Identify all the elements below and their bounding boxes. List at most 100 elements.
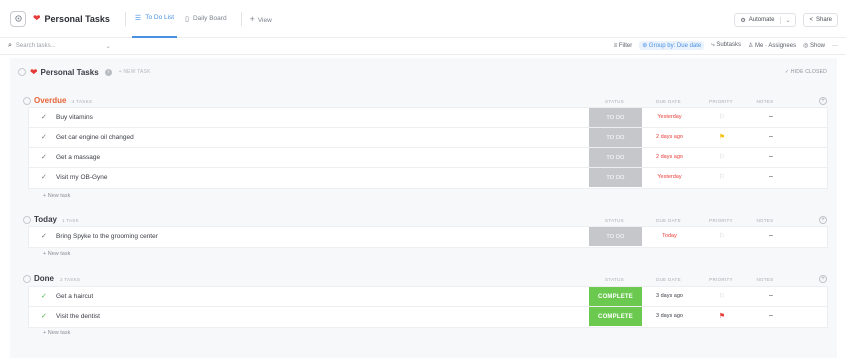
task-name[interactable]: Get a haircut (56, 293, 93, 300)
column-header-due-date[interactable]: DUE DATE (641, 277, 696, 282)
add-view-button[interactable]: + View (250, 14, 272, 24)
status-badge[interactable]: TO DO (589, 227, 642, 246)
info-icon[interactable]: i (104, 68, 112, 76)
hide-closed-button[interactable]: ✓ HIDE CLOSED (785, 69, 827, 75)
assignees-label: Me · Assignees (755, 43, 797, 49)
priority-flag-icon[interactable]: ⚐ (717, 153, 727, 161)
priority-flag-icon[interactable]: ⚐ (717, 113, 727, 121)
column-header-priority[interactable]: PRIORITY (696, 99, 746, 104)
task-row[interactable]: ✓ Buy vitamins TO DO Yesterday ⚐ – (29, 108, 827, 128)
collapse-list-icon[interactable] (18, 68, 26, 76)
status-badge[interactable]: TO DO (589, 128, 642, 147)
status-badge[interactable]: TO DO (589, 108, 642, 127)
assignees-button[interactable]: ♙ Me · Assignees (748, 42, 796, 49)
search-input[interactable]: ⌕ Search tasks... ⌄ (8, 42, 111, 50)
check-icon[interactable]: ✓ (41, 292, 47, 300)
column-header-priority[interactable]: PRIORITY (696, 218, 746, 223)
group-name[interactable]: Done (34, 274, 54, 283)
notes-value[interactable]: – (769, 312, 773, 319)
add-column-icon[interactable]: + (819, 216, 827, 224)
group-name[interactable]: Today (34, 215, 57, 224)
show-label: Show (809, 43, 825, 49)
status-badge[interactable]: TO DO (589, 168, 642, 187)
column-header-priority[interactable]: PRIORITY (696, 277, 746, 282)
task-name[interactable]: Bring Spyke to the grooming center (56, 233, 158, 240)
column-header-due-date[interactable]: DUE DATE (641, 218, 696, 223)
priority-flag-icon[interactable]: ⚑ (717, 312, 727, 320)
priority-flag-icon[interactable]: ⚐ (717, 292, 727, 300)
filter-label: Filter (618, 42, 633, 49)
column-header-notes[interactable]: NOTES (750, 277, 780, 282)
due-date[interactable]: Yesterday (642, 114, 697, 120)
column-header-status[interactable]: STATUS (588, 218, 641, 223)
new-task-button[interactable]: + NEW TASK (119, 69, 151, 75)
due-date[interactable]: 3 days ago (642, 313, 697, 319)
task-row[interactable]: ✓ Get car engine oil changed TO DO 2 day… (29, 128, 827, 148)
filter-button[interactable]: ≡ Filter (614, 43, 633, 49)
collapse-group-icon[interactable] (23, 97, 31, 105)
notes-value[interactable]: – (769, 173, 773, 180)
due-date[interactable]: Yesterday (642, 174, 697, 180)
check-icon[interactable]: ✓ (41, 113, 47, 121)
task-name[interactable]: Buy vitamins (56, 114, 93, 121)
check-icon[interactable]: ✓ (41, 232, 47, 240)
task-name[interactable]: Visit my OB-Gyne (56, 174, 108, 181)
check-icon[interactable]: ✓ (41, 133, 47, 141)
status-badge[interactable]: COMPLETE (589, 287, 642, 306)
add-column-icon[interactable]: + (819, 97, 827, 105)
column-header-status[interactable]: STATUS (588, 277, 641, 282)
status-badge[interactable]: TO DO (589, 148, 642, 167)
tab-to-do-list[interactable]: ☰ To Do List (131, 0, 178, 38)
space-settings-icon[interactable] (10, 10, 26, 27)
share-button[interactable]: < Share (803, 13, 838, 27)
notes-value[interactable]: – (769, 292, 773, 299)
notes-value[interactable]: – (769, 232, 773, 239)
chevron-down-icon[interactable]: ⌄ (780, 16, 790, 24)
group-name[interactable]: Overdue (34, 96, 66, 105)
due-date[interactable]: Today (642, 233, 697, 239)
add-column-icon[interactable]: + (819, 275, 827, 283)
collapse-group-icon[interactable] (23, 216, 31, 224)
tab-daily-board[interactable]: ▯ Daily Board (182, 0, 229, 38)
check-icon[interactable]: ✓ (41, 173, 47, 181)
task-row[interactable]: ✓ Get a haircut COMPLETE 3 days ago ⚐ – (29, 287, 827, 307)
group-count: 4 TASKS (72, 99, 93, 104)
task-row[interactable]: ✓ Get a massage TO DO 2 days ago ⚐ – (29, 148, 827, 168)
subtasks-button[interactable]: ⤷ Subtasks (711, 42, 741, 49)
heart-icon: ❤ (30, 66, 38, 77)
task-row[interactable]: ✓ Visit my OB-Gyne TO DO Yesterday ⚐ – (29, 168, 827, 188)
priority-flag-icon[interactable]: ⚐ (717, 232, 727, 240)
check-icon[interactable]: ✓ (41, 153, 47, 161)
new-task-button[interactable]: + New task (43, 330, 70, 336)
group-count: 2 TASKS (60, 277, 81, 282)
new-task-button[interactable]: + New task (43, 251, 70, 257)
task-name[interactable]: Visit the dentist (56, 313, 100, 320)
due-date[interactable]: 2 days ago (642, 154, 697, 160)
more-options-icon[interactable]: ··· (832, 43, 838, 49)
priority-flag-icon[interactable]: ⚐ (717, 173, 727, 181)
due-date[interactable]: 2 days ago (642, 134, 697, 140)
automate-button[interactable]: ⚙ Automate ⌄ (734, 13, 797, 27)
column-header-notes[interactable]: NOTES (750, 99, 780, 104)
status-badge[interactable]: COMPLETE (589, 307, 642, 326)
task-name[interactable]: Get a massage (56, 154, 100, 161)
task-name[interactable]: Get car engine oil changed (56, 134, 134, 141)
due-date[interactable]: 3 days ago (642, 293, 697, 299)
notes-value[interactable]: – (769, 153, 773, 160)
task-row[interactable]: ✓ Bring Spyke to the grooming center TO … (29, 227, 827, 247)
task-row[interactable]: ✓ Visit the dentist COMPLETE 3 days ago … (29, 307, 827, 327)
column-header-status[interactable]: STATUS (588, 99, 641, 104)
group-count: 1 TASK (62, 218, 79, 223)
new-task-button[interactable]: + New task (43, 193, 70, 199)
top-bar: ❤ Personal Tasks ☰ To Do List ▯ Daily Bo… (0, 0, 846, 38)
show-button[interactable]: ◎ Show (803, 42, 825, 49)
collapse-group-icon[interactable] (23, 275, 31, 283)
column-header-notes[interactable]: NOTES (750, 218, 780, 223)
group-by-button[interactable]: ⊛ Group by: Due date (639, 41, 705, 50)
check-icon[interactable]: ✓ (41, 312, 47, 320)
priority-flag-icon[interactable]: ⚑ (717, 133, 727, 141)
chevron-down-icon[interactable]: ⌄ (106, 43, 111, 50)
notes-value[interactable]: – (769, 113, 773, 120)
column-header-due-date[interactable]: DUE DATE (641, 99, 696, 104)
notes-value[interactable]: – (769, 133, 773, 140)
